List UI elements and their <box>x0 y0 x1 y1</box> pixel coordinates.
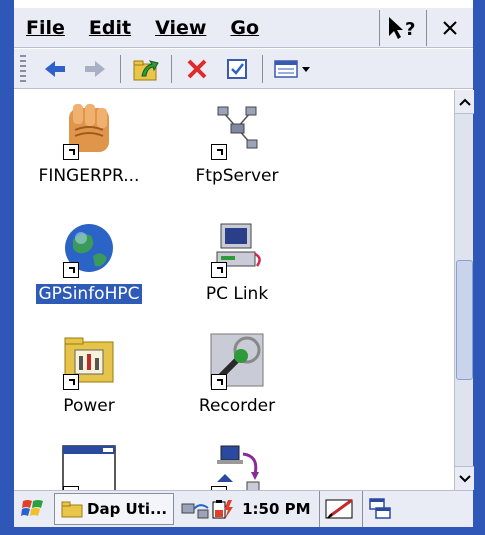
task-label: Dap Uti... <box>87 500 168 518</box>
menu-file[interactable]: File <box>14 17 77 39</box>
control-panel-folder-icon <box>59 330 119 390</box>
shortcut-arrow-icon <box>211 144 227 160</box>
windows-flag-icon <box>21 500 43 516</box>
device-screen: File Edit View Go ? FINGERPR... FtpServe… <box>0 0 485 535</box>
help-arrow-icon: ? <box>389 16 415 40</box>
delete-button[interactable] <box>180 53 214 85</box>
close-button[interactable] <box>427 9 473 47</box>
properties-button[interactable] <box>220 53 254 85</box>
clock[interactable]: 1:50 PM <box>242 500 310 518</box>
toolbar <box>14 49 473 89</box>
microphone-icon <box>207 330 267 390</box>
help-button[interactable]: ? <box>380 9 426 47</box>
forward-button[interactable] <box>78 53 112 85</box>
divider <box>120 54 121 83</box>
icon-label: PC Link <box>205 284 269 304</box>
chevron-up-icon <box>458 98 471 106</box>
close-icon <box>443 20 457 35</box>
sync-icon <box>207 442 267 490</box>
network-icon <box>207 100 267 160</box>
menu-view[interactable]: View <box>143 17 218 39</box>
vertical-scrollbar[interactable] <box>454 90 474 490</box>
shortcut-arrow-icon <box>211 262 227 278</box>
taskbar: Dap Uti... 1:50 PM <box>14 490 473 527</box>
shortcut-arrow-icon <box>63 374 79 390</box>
frame-border <box>473 0 485 535</box>
switch-windows-icon[interactable] <box>367 496 393 522</box>
delete-x-icon <box>187 59 207 78</box>
up-folder-icon <box>133 59 159 80</box>
menu-go[interactable]: Go <box>218 17 271 39</box>
system-tray: 1:50 PM <box>180 491 392 527</box>
menu-bar: File Edit View Go ? <box>14 8 473 48</box>
view-menu-button[interactable] <box>271 53 317 85</box>
divider <box>171 54 172 83</box>
icon-item[interactable]: PC Link <box>162 218 312 328</box>
start-button[interactable] <box>14 492 52 526</box>
menubar-right: ? <box>379 8 473 47</box>
battery-icon[interactable] <box>210 498 234 520</box>
folder-icon <box>61 501 83 518</box>
fingerprint-hand-icon <box>59 100 119 160</box>
icon-label: FtpServer <box>195 166 279 186</box>
pc-link-icon <box>207 218 267 278</box>
icon-item[interactable]: FtpServer <box>162 100 312 210</box>
window-icon <box>59 442 119 490</box>
icon-label: Power <box>63 396 115 416</box>
globe-icon <box>59 218 119 278</box>
shortcut-arrow-icon <box>63 144 79 160</box>
icon-label: Recorder <box>198 396 276 416</box>
icon-item[interactable]: FINGERPR... <box>14 100 164 210</box>
toolbar-grip[interactable] <box>20 54 26 83</box>
scroll-thumb[interactable] <box>456 260 473 380</box>
network-connection-icon[interactable] <box>180 498 210 520</box>
forward-arrow-icon <box>85 60 105 77</box>
input-panel-icon[interactable] <box>324 496 358 522</box>
view-list-icon <box>274 59 310 78</box>
divider <box>318 491 320 527</box>
divider <box>262 54 263 83</box>
scroll-up-button[interactable] <box>455 90 474 114</box>
up-folder-button[interactable] <box>129 53 163 85</box>
file-view: FINGERPR... FtpServer GPSinfoHPC PC Link… <box>14 90 454 490</box>
menu-edit[interactable]: Edit <box>77 17 143 39</box>
chevron-down-icon <box>458 474 471 482</box>
frame-border <box>0 527 485 535</box>
frame-border <box>0 0 14 535</box>
icon-item[interactable] <box>14 442 164 490</box>
icon-item[interactable]: GPSinfoHPC <box>14 218 164 328</box>
icon-label: FINGERPR... <box>38 166 140 186</box>
svg-text:?: ? <box>405 19 415 40</box>
shortcut-arrow-icon <box>63 262 79 278</box>
task-button[interactable]: Dap Uti... <box>54 493 175 525</box>
icon-item[interactable]: Recorder <box>162 330 312 440</box>
icon-item[interactable] <box>162 442 312 490</box>
scroll-down-button[interactable] <box>455 466 474 490</box>
divider <box>361 491 363 527</box>
properties-icon <box>227 58 247 79</box>
back-button[interactable] <box>38 53 72 85</box>
icon-label: GPSinfoHPC <box>36 284 142 304</box>
icon-item[interactable]: Power <box>14 330 164 440</box>
shortcut-arrow-icon <box>211 374 227 390</box>
back-arrow-icon <box>45 60 65 77</box>
